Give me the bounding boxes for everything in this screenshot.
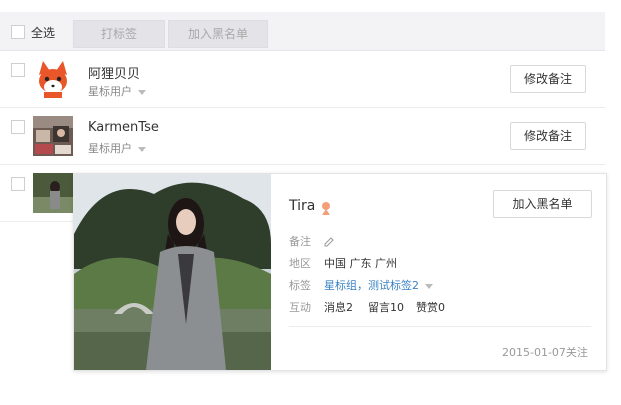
remark-label: 备注 bbox=[289, 235, 311, 248]
add-to-blacklist-button[interactable]: 加入黑名单 bbox=[168, 20, 268, 48]
user-name[interactable]: 阿狸贝贝 bbox=[88, 63, 140, 82]
select-all-checkbox[interactable] bbox=[11, 25, 25, 39]
row-checkbox[interactable] bbox=[11, 177, 25, 191]
follow-date: 2015-01-07关注 bbox=[502, 346, 588, 359]
add-to-blacklist-button[interactable]: 加入黑名单 bbox=[493, 190, 592, 218]
chevron-down-icon bbox=[138, 89, 146, 95]
user-tag-label: 星标用户 bbox=[88, 142, 132, 155]
region-label: 地区 bbox=[289, 257, 311, 270]
toolbar: 全选 打标签 加入黑名单 bbox=[0, 12, 605, 51]
female-icon bbox=[320, 200, 332, 219]
user-tag-label: 星标用户 bbox=[88, 85, 132, 98]
interaction-label: 互动 bbox=[289, 301, 311, 314]
edit-remark-button[interactable]: 修改备注 bbox=[510, 122, 586, 150]
tags-label: 标签 bbox=[289, 279, 311, 292]
profile-photo bbox=[74, 174, 271, 370]
rewards-count[interactable]: 赞赏0 bbox=[416, 299, 445, 315]
user-tag-dropdown[interactable]: 星标用户 bbox=[88, 83, 146, 99]
tags-dropdown[interactable]: 星标组，测试标签2 bbox=[324, 277, 433, 293]
user-name[interactable]: KarmenTse bbox=[88, 120, 159, 135]
select-all-label[interactable]: 全选 bbox=[31, 24, 55, 41]
user-row: KarmenTse 星标用户 修改备注 bbox=[0, 108, 605, 165]
tag-button[interactable]: 打标签 bbox=[73, 20, 165, 48]
profile-name: Tira bbox=[289, 198, 316, 214]
messages-count[interactable]: 消息2 bbox=[324, 299, 353, 315]
row-checkbox[interactable] bbox=[11, 63, 25, 77]
row-checkbox[interactable] bbox=[11, 120, 25, 134]
region-value: 中国 广东 广州 bbox=[324, 257, 397, 270]
user-tag-dropdown[interactable]: 星标用户 bbox=[88, 140, 146, 156]
avatar[interactable] bbox=[33, 59, 73, 99]
avatar[interactable] bbox=[33, 173, 73, 213]
profile-card: Tira 加入黑名单 备注 地区 中国 广东 广州 标签 星标组，测试标签2 互… bbox=[73, 173, 607, 371]
tags-value: 星标组，测试标签2 bbox=[324, 279, 419, 292]
divider bbox=[289, 326, 591, 327]
chevron-down-icon bbox=[425, 283, 433, 289]
user-row: 阿狸贝贝 星标用户 修改备注 bbox=[0, 51, 605, 108]
edit-remark-button[interactable]: 修改备注 bbox=[510, 65, 586, 93]
avatar[interactable] bbox=[33, 116, 73, 156]
comments-count[interactable]: 留言10 bbox=[368, 299, 404, 315]
chevron-down-icon bbox=[138, 146, 146, 152]
pencil-icon[interactable] bbox=[323, 233, 335, 252]
